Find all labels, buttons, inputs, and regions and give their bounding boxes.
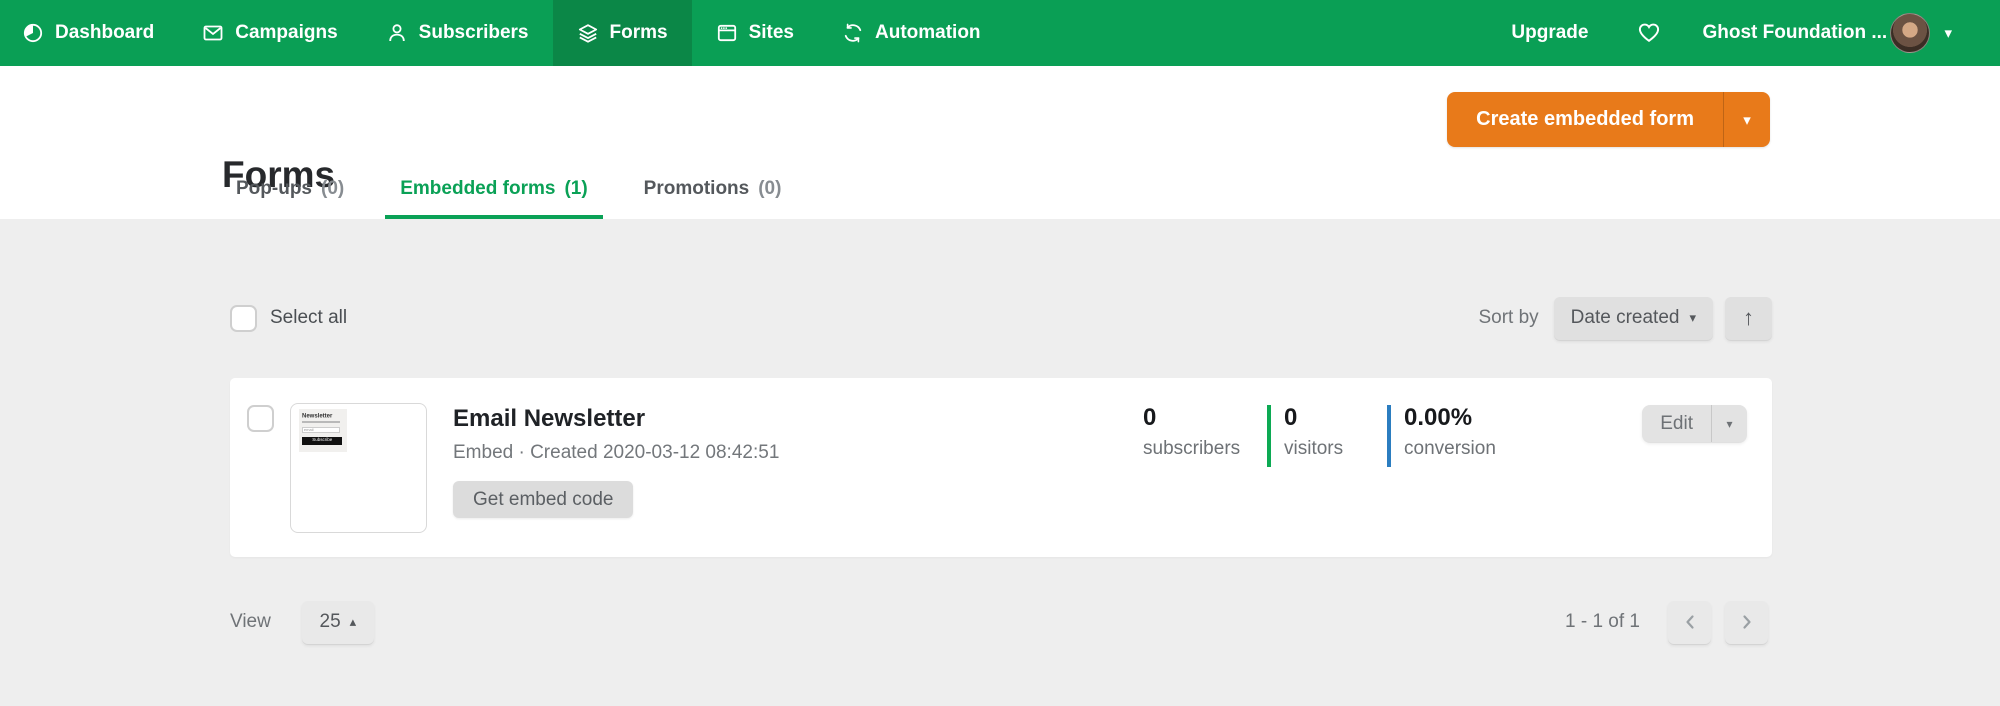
view-label: View bbox=[230, 611, 271, 633]
chevron-up-icon: ▴ bbox=[350, 614, 357, 630]
heart-icon bbox=[1636, 20, 1662, 46]
next-page-button[interactable] bbox=[1725, 601, 1768, 644]
select-all-checkbox[interactable] bbox=[230, 305, 257, 332]
page-header: Forms Pop-ups (0) Embedded forms (1) Pro… bbox=[0, 66, 2000, 219]
form-title: Email Newsletter bbox=[453, 405, 779, 433]
nav-item-campaigns[interactable]: Campaigns bbox=[178, 0, 361, 66]
sort-field-dropdown[interactable]: Date created ▾ bbox=[1554, 297, 1713, 340]
edit-button[interactable]: Edit bbox=[1642, 405, 1711, 442]
tab-label: Promotions bbox=[644, 178, 750, 200]
thumbnail-input-placeholder: email bbox=[303, 428, 319, 432]
chevron-down-icon: ▾ bbox=[1689, 310, 1696, 326]
thumbnail-email-input: email bbox=[302, 427, 340, 433]
chevron-down-icon: ▾ bbox=[1726, 417, 1732, 431]
edit-button-dropdown[interactable]: ▾ bbox=[1711, 405, 1747, 442]
thumbnail-form-title: Newsletter bbox=[302, 412, 323, 416]
tab-count: (0) bbox=[758, 178, 781, 200]
nav-item-forms[interactable]: Forms bbox=[553, 0, 692, 66]
thumbnail-subscribe-button: Subscribe bbox=[302, 437, 342, 445]
tab-popups[interactable]: Pop-ups (0) bbox=[221, 178, 359, 219]
nav-label: Automation bbox=[875, 22, 981, 44]
stat-conversion: 0.00% conversion bbox=[1387, 405, 1547, 467]
form-thumbnail-preview: Newsletter email Subscribe bbox=[299, 409, 347, 452]
stat-value: 0.00% bbox=[1404, 405, 1547, 431]
sort-controls: Sort by Date created ▾ ↑ bbox=[1478, 297, 1772, 340]
tab-label: Pop-ups bbox=[236, 178, 312, 200]
tab-label: Embedded forms bbox=[400, 178, 555, 200]
layers-icon bbox=[577, 22, 599, 44]
previous-page-button[interactable] bbox=[1668, 601, 1711, 644]
arrow-up-icon: ↑ bbox=[1743, 305, 1754, 331]
form-stats: 0 subscribers 0 visitors 0.00% conversio… bbox=[1143, 405, 1547, 467]
create-embedded-form-button[interactable]: Create embedded form bbox=[1447, 92, 1723, 147]
account-menu[interactable]: Ghost Foundation ... ▾ bbox=[1702, 13, 1952, 53]
tab-embedded-forms[interactable]: Embedded forms (1) bbox=[385, 178, 602, 219]
tab-bar: Pop-ups (0) Embedded forms (1) Promotion… bbox=[221, 178, 822, 219]
sort-field-value: Date created bbox=[1571, 307, 1680, 329]
chevron-down-icon[interactable]: ▾ bbox=[1944, 24, 1952, 42]
stat-value: 0 bbox=[1284, 405, 1387, 431]
nav-label: Dashboard bbox=[55, 22, 154, 44]
create-button-label: Create embedded form bbox=[1476, 108, 1694, 131]
nav-item-subscribers[interactable]: Subscribers bbox=[362, 0, 553, 66]
nav-label: Campaigns bbox=[235, 22, 337, 44]
person-icon bbox=[386, 22, 408, 44]
nav-item-dashboard[interactable]: Dashboard bbox=[0, 0, 178, 66]
list-footer: View 25 ▴ 1 - 1 of 1 bbox=[230, 600, 1768, 644]
nav-right-cluster: Upgrade Ghost Foundation ... ▾ bbox=[1501, 0, 2000, 66]
create-button-dropdown[interactable]: ▾ bbox=[1723, 92, 1770, 147]
form-list-item: Newsletter email Subscribe Email Newslet… bbox=[230, 378, 1772, 557]
browser-icon bbox=[716, 22, 738, 44]
chevron-right-icon bbox=[1741, 614, 1753, 630]
stat-label: visitors bbox=[1284, 438, 1387, 460]
edit-button-label: Edit bbox=[1660, 413, 1693, 435]
pagination-range: 1 - 1 of 1 bbox=[1565, 611, 1640, 633]
nav-label: Subscribers bbox=[419, 22, 529, 44]
chevron-left-icon bbox=[1684, 614, 1696, 630]
sort-direction-button[interactable]: ↑ bbox=[1725, 297, 1772, 340]
forms-page: Dashboard Campaigns Subscribers Forms bbox=[0, 0, 2000, 706]
list-toolbar: Select all Sort by Date created ▾ ↑ bbox=[230, 296, 1772, 340]
form-meta: Embed · Created 2020-03-12 08:42:51 bbox=[453, 442, 779, 464]
get-embed-code-button[interactable]: Get embed code bbox=[453, 481, 633, 518]
thumbnail-desc-line bbox=[302, 421, 340, 423]
tab-promotions[interactable]: Promotions (0) bbox=[629, 178, 797, 219]
nav-item-sites[interactable]: Sites bbox=[692, 0, 818, 66]
account-name: Ghost Foundation ... bbox=[1702, 22, 1877, 44]
clock-icon bbox=[22, 22, 44, 44]
nav-label: Forms bbox=[610, 22, 668, 44]
select-all-label: Select all bbox=[270, 307, 347, 329]
form-info: Email Newsletter Embed · Created 2020-03… bbox=[453, 405, 779, 518]
create-embedded-form-split-button: Create embedded form ▾ bbox=[1447, 92, 1770, 147]
sort-by-label: Sort by bbox=[1478, 307, 1538, 329]
nav-item-automation[interactable]: Automation bbox=[818, 0, 1005, 66]
tab-count: (1) bbox=[564, 178, 587, 200]
stat-subscribers: 0 subscribers bbox=[1143, 405, 1267, 467]
chevron-down-icon: ▾ bbox=[1743, 111, 1751, 129]
row-checkbox[interactable] bbox=[247, 405, 274, 432]
tab-count: (0) bbox=[321, 178, 344, 200]
favorites-button[interactable] bbox=[1636, 20, 1662, 46]
upgrade-link[interactable]: Upgrade bbox=[1501, 22, 1598, 44]
stat-value: 0 bbox=[1143, 405, 1267, 431]
page-size-dropdown[interactable]: 25 ▴ bbox=[302, 601, 374, 644]
refresh-icon bbox=[842, 22, 864, 44]
top-nav: Dashboard Campaigns Subscribers Forms bbox=[0, 0, 2000, 66]
envelope-icon bbox=[202, 22, 224, 44]
page-size-value: 25 bbox=[320, 611, 341, 633]
edit-split-button: Edit ▾ bbox=[1642, 405, 1747, 442]
stat-visitors: 0 visitors bbox=[1267, 405, 1387, 467]
form-thumbnail[interactable]: Newsletter email Subscribe bbox=[290, 403, 427, 533]
stat-label: conversion bbox=[1404, 438, 1547, 460]
avatar[interactable] bbox=[1890, 13, 1930, 53]
thumbnail-button-label: Subscribe bbox=[312, 438, 332, 442]
stat-label: subscribers bbox=[1143, 438, 1267, 460]
pagination: 1 - 1 of 1 bbox=[1565, 601, 1768, 644]
nav-label: Sites bbox=[749, 22, 794, 44]
